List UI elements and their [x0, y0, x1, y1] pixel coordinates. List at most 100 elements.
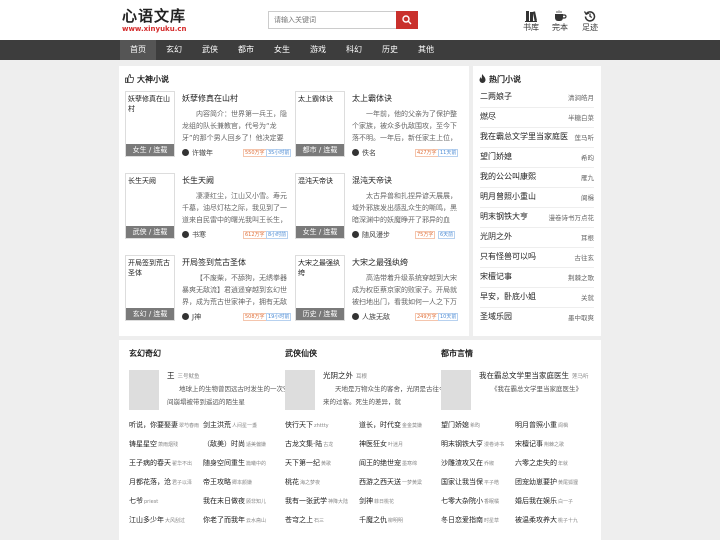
list-book-name[interactable]: 江山多少年	[129, 516, 164, 524]
list-item[interactable]: 铸星星空萧雨烟残	[129, 439, 178, 449]
book-cover[interactable]: 妖孽修真在山村 女生 / 连载	[125, 91, 175, 157]
hot-item[interactable]: 光阴之外 耳根	[480, 226, 594, 248]
book-cover[interactable]: 长生天阙 武侠 / 连载	[125, 173, 175, 239]
hot-book-name[interactable]: 明月曾照小重山	[480, 191, 536, 202]
list-item[interactable]: 明月曾照小重阆楫	[515, 420, 568, 430]
list-item[interactable]: 七零大杂院小香眠橘	[441, 496, 499, 506]
hot-item[interactable]: 明月曾照小重山 阆楫	[480, 186, 594, 208]
list-item[interactable]: 千魔之仇柳明明	[359, 515, 403, 525]
history-link[interactable]: 足迹	[578, 10, 602, 33]
list-book-name[interactable]: 冬日恋爱指南	[441, 516, 483, 524]
list-book-name[interactable]: 宋檀记事	[515, 440, 543, 448]
list-book-name[interactable]: 苍穹之上	[285, 516, 313, 524]
hot-book-name[interactable]: 只有怪兽可以吗	[480, 251, 536, 262]
featured-book-title[interactable]: 王	[167, 371, 175, 380]
list-item[interactable]: 阎王的绝世宠墨寒绵	[359, 458, 417, 468]
featured-book-title[interactable]: 我在霸总文学里当家庭医生	[479, 371, 569, 380]
list-item[interactable]: 团宠幼崽要护黄尾狐狸	[515, 477, 578, 487]
list-item[interactable]: 月都花落，沧君子以泽	[129, 477, 192, 487]
book-cover[interactable]: 大宋之最强纨绔 历史 / 连载	[295, 255, 345, 321]
hot-book-name[interactable]: 宋檀记事	[480, 271, 512, 282]
nav-dushi[interactable]: 都市	[228, 40, 264, 60]
book-title[interactable]: 混沌天帝诀	[352, 175, 392, 186]
search-button[interactable]	[396, 11, 418, 29]
list-item[interactable]: 冬日恋爱指南时星草	[441, 515, 499, 525]
list-book-name[interactable]: 神医狂女	[359, 440, 387, 448]
list-item[interactable]: 江山多少年大风刮过	[129, 515, 185, 525]
nav-youxi[interactable]: 游戏	[300, 40, 336, 60]
hot-item[interactable]: 我在霸总文学里当家庭医 莲马听	[480, 126, 594, 148]
category-heading[interactable]: 玄幻奇幻	[129, 348, 161, 359]
list-book-name[interactable]: 七零大杂院小	[441, 497, 483, 505]
book-card[interactable]: 长生天阙 武侠 / 连载 长生天阙 凄凄红尘，江山又小雪。寿元千墓，油尽灯枯之际，…	[125, 173, 293, 243]
list-book-name[interactable]: 团宠幼崽要护	[515, 478, 557, 486]
list-item[interactable]: 随身空间重生篇曦中的	[203, 458, 266, 468]
book-card[interactable]: 妖孽修真在山村 女生 / 连载 妖孽修真在山村 内容简介：世界第一兵王，隐龙组的队…	[125, 91, 293, 161]
list-book-name[interactable]: 铸星星空	[129, 440, 157, 448]
list-item[interactable]: 西游之西天送一梦黄粱	[359, 477, 422, 487]
list-item[interactable]: 六零之走失的年就	[515, 458, 568, 468]
list-book-name[interactable]: 帝王攻略	[203, 478, 231, 486]
category-heading[interactable]: 都市言情	[441, 348, 473, 359]
list-book-name[interactable]: 明月曾照小重	[515, 421, 557, 429]
list-book-name[interactable]: 望门娇媳	[441, 421, 469, 429]
hot-book-name[interactable]: 我的公公叫康熙	[480, 171, 536, 182]
hot-item[interactable]: 早安，卧底小姐 关就	[480, 286, 594, 308]
featured-book-title[interactable]: 光阴之外	[323, 371, 353, 380]
list-book-name[interactable]: 侠行天下	[285, 421, 313, 429]
list-book-name[interactable]: 你老了而我年	[203, 516, 245, 524]
book-title[interactable]: 太上霸体诀	[352, 93, 392, 104]
list-book-name[interactable]: 被温柔攻养大	[515, 516, 557, 524]
list-item[interactable]: 我有一张武学神降大陆	[285, 496, 348, 506]
featured-book-name[interactable]: 光阴之外 耳根	[323, 370, 367, 381]
list-item[interactable]: 宋檀记事荆棘之歌	[515, 439, 564, 449]
featured-cover[interactable]	[129, 370, 159, 410]
list-book-name[interactable]: 月都花落，沧	[129, 478, 171, 486]
list-item[interactable]: 剑主洪荒人间星一盞	[203, 420, 257, 430]
list-item[interactable]: 帝王攻略卿本颜嫌	[203, 477, 252, 487]
hot-item[interactable]: 只有怪兽可以吗 古往玄	[480, 246, 594, 268]
list-book-name[interactable]: 千魔之仇	[359, 516, 387, 524]
list-book-name[interactable]: 王子病的春天	[129, 459, 171, 467]
list-book-name[interactable]: 婚后我在娱乐	[515, 497, 557, 505]
list-item[interactable]: 望门娇媳希昀	[441, 420, 480, 430]
nav-kehuan[interactable]: 科幻	[336, 40, 372, 60]
book-title[interactable]: 大宋之最强纨绔	[352, 257, 408, 268]
list-book-name[interactable]: 西游之西天送	[359, 478, 401, 486]
featured-book-name[interactable]: 王三号鱿鱼	[167, 370, 200, 381]
nav-xuanhuan[interactable]: 玄幻	[156, 40, 192, 60]
book-cover[interactable]: 混沌天帝诀 女生 / 连载	[295, 173, 345, 239]
book-card[interactable]: 混沌天帝诀 女生 / 连载 混沌天帝诀 太古异兽和扎捏异谚天展展，域外邪族发出感乱…	[295, 173, 463, 243]
list-book-name[interactable]: 六零之走失的	[515, 459, 557, 467]
nav-home[interactable]: 首页	[120, 40, 156, 60]
hot-item[interactable]: 望门娇媳 希昀	[480, 146, 594, 168]
book-title[interactable]: 妖孽修真在山村	[182, 93, 238, 104]
list-book-name[interactable]: 阎王的绝世宠	[359, 459, 401, 467]
book-title[interactable]: 开局签到荒古圣体	[182, 257, 246, 268]
hot-book-name[interactable]: 望门娇媳	[480, 151, 512, 162]
list-book-name[interactable]: 七爷	[129, 497, 143, 505]
list-item[interactable]: 剑神菲日桃花	[359, 496, 394, 506]
list-item[interactable]: 道长，时代变金金莫嫌	[359, 420, 422, 430]
list-book-name[interactable]: 明末钢铁大亨	[441, 440, 483, 448]
hot-item[interactable]: 明末钢铁大亨 漫卷诗书万点花	[480, 206, 594, 228]
list-book-name[interactable]: 我在末日做夜	[203, 497, 245, 505]
nav-wuxia[interactable]: 武侠	[192, 40, 228, 60]
hot-book-name[interactable]: 燃尽	[480, 111, 496, 122]
hot-item[interactable]: 我的公公叫康熙 雁九	[480, 166, 594, 188]
list-book-name[interactable]: 古龙文集·陆	[285, 440, 322, 448]
list-item[interactable]: 古龙文集·陆古龙	[285, 439, 333, 449]
site-logo[interactable]: 心语文库 www.xinyuku.cn	[122, 8, 187, 34]
nav-qita[interactable]: 其他	[408, 40, 444, 60]
book-cover[interactable]: 太上霸体诀 都市 / 连载	[295, 91, 345, 157]
category-heading[interactable]: 武侠仙侠	[285, 348, 317, 359]
list-item[interactable]: 你老了而我年云水斋山	[203, 515, 266, 525]
hot-book-name[interactable]: 圣域乐园	[480, 311, 512, 322]
featured-cover[interactable]	[441, 370, 471, 410]
list-book-name[interactable]: 道长，时代变	[359, 421, 401, 429]
list-item[interactable]: 七爷priest	[129, 496, 158, 506]
list-book-name[interactable]: 剑主洪荒	[203, 421, 231, 429]
list-item[interactable]: 侠行天下zhttty	[285, 420, 329, 430]
book-cover[interactable]: 开局签到荒古圣体 玄幻 / 连载	[125, 255, 175, 321]
hot-item[interactable]: 宋檀记事 荆棘之歌	[480, 266, 594, 288]
